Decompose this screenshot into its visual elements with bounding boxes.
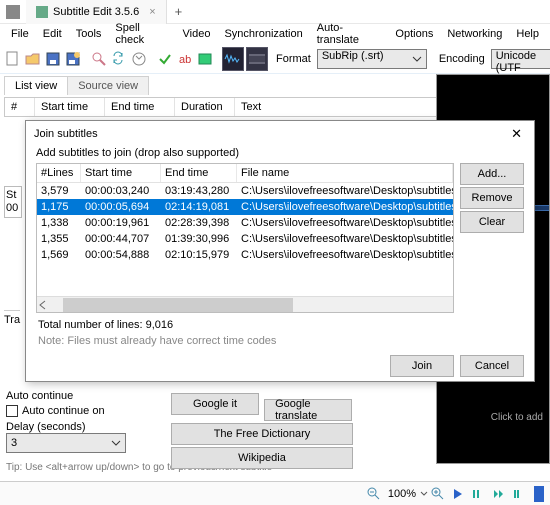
play-button[interactable]: [449, 485, 467, 503]
menu-file[interactable]: File: [4, 25, 36, 43]
visual-sync-button[interactable]: [156, 47, 174, 71]
list-item[interactable]: 1,33800:00:19,96102:28:39,398C:\Users\il…: [37, 215, 453, 231]
encoding-value: Unicode (UTF: [496, 50, 536, 74]
encoding-select[interactable]: Unicode (UTF: [491, 49, 550, 69]
document-icon: [36, 6, 48, 18]
dialog-title: Join subtitles: [34, 128, 98, 140]
menu-autotranslate[interactable]: Auto-translate: [310, 19, 389, 49]
fix-errors-button[interactable]: [130, 47, 148, 71]
svg-text:ab: ab: [179, 54, 191, 66]
auto-continue-panel: Auto continue Auto continue on Delay (se…: [6, 390, 146, 453]
video-button[interactable]: [246, 47, 268, 71]
join-button[interactable]: Join: [390, 355, 454, 377]
menu-options[interactable]: Options: [388, 25, 440, 43]
tab-sourceview[interactable]: Source view: [67, 76, 149, 95]
zoom-out-button[interactable]: [365, 485, 383, 503]
horizontal-scrollbar[interactable]: [37, 296, 453, 312]
menu-networking[interactable]: Networking: [440, 25, 509, 43]
left-edge-fragment: St 00: [4, 186, 22, 218]
app-title: Subtitle Edit 3.5.6: [53, 6, 139, 18]
clear-button[interactable]: Clear: [460, 211, 524, 233]
position-marker-icon[interactable]: [534, 486, 544, 502]
auto-continue-heading: Auto continue: [6, 390, 146, 402]
zoom-value: 100%: [388, 488, 416, 500]
menu-video[interactable]: Video: [176, 25, 218, 43]
settings-button[interactable]: [196, 47, 214, 71]
format-select[interactable]: SubRip (.srt): [317, 49, 427, 69]
checkbox-icon: [6, 405, 18, 417]
new-tab-button[interactable]: +: [167, 4, 191, 19]
close-tab-button[interactable]: ×: [149, 6, 155, 18]
total-lines-label: Total number of lines: 9,016: [26, 313, 534, 331]
translate-section-fragment: Tra: [4, 310, 20, 326]
col-number[interactable]: #: [5, 98, 35, 116]
bottom-toolbar: 100%: [0, 481, 550, 505]
preview-hint: Click to add: [491, 412, 543, 423]
zoom-in-button[interactable]: [429, 485, 447, 503]
auto-continue-checkbox[interactable]: Auto continue on: [6, 405, 146, 417]
frag-l1: St: [6, 189, 20, 202]
app-icon: [6, 5, 20, 19]
col-duration[interactable]: Duration: [175, 98, 235, 116]
dialog-note: Note: Files must already have correct ti…: [26, 331, 534, 351]
menu-edit[interactable]: Edit: [36, 25, 69, 43]
menu-spell[interactable]: Spell check: [108, 19, 175, 49]
join-subtitles-dialog: Join subtitles ✕ Add subtitles to join (…: [25, 120, 535, 382]
file-list-rows: 3,57900:00:03,24003:19:43,280C:\Users\il…: [37, 183, 453, 263]
open-file-button[interactable]: [24, 47, 42, 71]
remove-button[interactable]: Remove: [460, 187, 524, 209]
menu-sync[interactable]: Synchronization: [217, 25, 309, 43]
find-button[interactable]: [90, 47, 108, 71]
list-item[interactable]: 1,35500:00:44,70701:39:30,996C:\Users\il…: [37, 231, 453, 247]
menu-tools[interactable]: Tools: [69, 25, 109, 43]
save-button[interactable]: [44, 47, 62, 71]
delay-select[interactable]: 3: [6, 433, 126, 453]
col-start[interactable]: Start time: [35, 98, 105, 116]
file-list[interactable]: #Lines Start time End time File name 3,5…: [36, 163, 454, 313]
format-label: Format: [276, 53, 311, 65]
col-lines[interactable]: #Lines: [37, 164, 81, 182]
google-translate-button[interactable]: Google translate: [264, 399, 352, 421]
chevron-down-icon[interactable]: [420, 490, 428, 498]
dialog-close-button[interactable]: ✕: [507, 126, 526, 142]
scrollbar-thumb[interactable]: [63, 298, 293, 312]
new-file-button[interactable]: [4, 47, 22, 71]
title-bar: Subtitle Edit 3.5.6 × +: [0, 0, 550, 24]
list-item[interactable]: 1,17500:00:05,69402:14:19,081C:\Users\il…: [37, 199, 453, 215]
list-item[interactable]: 1,56900:00:54,88802:10:15,979C:\Users\il…: [37, 247, 453, 263]
format-value: SubRip (.srt): [322, 50, 384, 62]
list-item[interactable]: 3,57900:00:03,24003:19:43,280C:\Users\il…: [37, 183, 453, 199]
col-end[interactable]: End time: [105, 98, 175, 116]
replace-button[interactable]: [110, 47, 128, 71]
encoding-label: Encoding: [439, 53, 485, 65]
auto-continue-label: Auto continue on: [22, 405, 105, 417]
scroll-left-icon[interactable]: [37, 299, 49, 311]
next-button[interactable]: [489, 485, 507, 503]
col-file[interactable]: File name: [237, 164, 453, 182]
free-dictionary-button[interactable]: The Free Dictionary: [171, 423, 353, 445]
google-it-button[interactable]: Google it: [171, 393, 259, 415]
delay-label: Delay (seconds): [6, 421, 146, 433]
menu-bar: File Edit Tools Spell check Video Synchr…: [0, 24, 550, 44]
menu-help[interactable]: Help: [509, 25, 546, 43]
cancel-button[interactable]: Cancel: [460, 355, 524, 377]
col-start[interactable]: Start time: [81, 164, 161, 182]
file-list-header: #Lines Start time End time File name: [37, 164, 453, 183]
delay-value: 3: [11, 437, 17, 449]
end-button[interactable]: [509, 485, 527, 503]
frag-l2: 00: [6, 202, 20, 215]
save-as-button[interactable]: [64, 47, 82, 71]
chevron-down-icon: [111, 438, 121, 448]
waveform-button[interactable]: [222, 47, 244, 71]
prev-button[interactable]: [469, 485, 487, 503]
wikipedia-button[interactable]: Wikipedia: [171, 447, 353, 469]
col-end[interactable]: End time: [161, 164, 237, 182]
add-button[interactable]: Add...: [460, 163, 524, 185]
dialog-subtitle: Add subtitles to join (drop also support…: [26, 147, 534, 163]
spellcheck-button[interactable]: ab: [176, 47, 194, 71]
tab-listview[interactable]: List view: [4, 76, 68, 95]
lookup-buttons: Google it Google translate The Free Dict…: [170, 392, 370, 470]
chevron-down-icon: [412, 54, 422, 64]
toolbar: ab Format SubRip (.srt) Encoding Unicode…: [0, 44, 550, 74]
